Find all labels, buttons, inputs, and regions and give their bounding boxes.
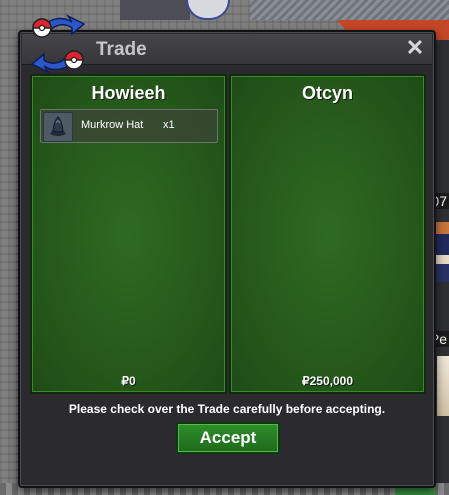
item-name: Murkrow Hat — [81, 119, 144, 131]
offer-item-slot[interactable]: Murkrow Hat x1 — [40, 109, 218, 143]
close-button[interactable]: ✕ — [404, 37, 426, 59]
partner-money-offer: ₽250,000 — [301, 374, 353, 388]
murkrow-hat-icon — [43, 112, 73, 142]
npc-sprite[interactable] — [435, 222, 449, 282]
building-roof — [250, 0, 449, 20]
partner-offer-panel: Otcyn ₽250,000 — [229, 74, 426, 394]
npc-sprite-2[interactable] — [437, 356, 449, 416]
dark-building — [120, 0, 190, 20]
my-offer-panel[interactable]: Howieeh Murkrow Hat x1 ₽0 — [30, 74, 227, 394]
accept-button[interactable]: Accept — [176, 422, 280, 454]
trade-exchange-icon — [30, 14, 86, 74]
partner-player-name: Otcyn — [301, 83, 353, 103]
item-quantity: x1 — [163, 119, 175, 131]
trade-window: Trade ✕ Howieeh Murkrow Hat x1 ₽0 Otcyn … — [18, 14, 436, 488]
window-title: Trade — [96, 39, 147, 60]
my-player-name: Howieeh — [91, 83, 166, 103]
trade-notice: Please check over the Trade carefully be… — [68, 402, 386, 416]
my-money-offer: ₽0 — [121, 374, 136, 388]
